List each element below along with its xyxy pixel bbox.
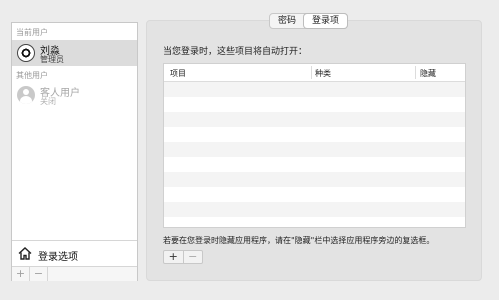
remove-login-item-button[interactable]: − [184, 251, 203, 263]
hide-hint-text: 若要在您登录时隐藏应用程序，请在"隐藏"栏中选择应用程序旁边的复选框。 [163, 236, 435, 245]
column-divider [415, 66, 416, 79]
table-body [164, 82, 465, 227]
table-row [164, 127, 465, 142]
current-user-header: 当前用户 [16, 28, 48, 37]
users-sidebar: 当前用户 刘淼 管理员 其他用户 客人用户 关闭 登录选项 + − [11, 22, 138, 281]
table-row [164, 202, 465, 217]
table-row [164, 82, 465, 97]
table-row [164, 172, 465, 187]
column-header-hide[interactable]: 隐藏 [420, 68, 436, 79]
login-items-table[interactable]: 项目 种类 隐藏 [163, 63, 466, 228]
soccer-ball-avatar-icon [17, 44, 35, 62]
tab-bar: 密码 登录项 [269, 13, 349, 29]
login-items-intro: 当您登录时，这些项目将自动打开： [163, 47, 308, 57]
user-role: 关闭 [40, 97, 56, 106]
add-user-button[interactable]: + [12, 267, 30, 281]
column-header-kind[interactable]: 种类 [315, 68, 331, 79]
home-icon [18, 247, 32, 260]
user-add-remove-bar: + − [12, 266, 137, 281]
guest-user-icon [17, 86, 35, 104]
table-row [164, 112, 465, 127]
table-row [164, 217, 465, 227]
table-header: 项目 种类 隐藏 [164, 64, 465, 82]
login-options-button[interactable]: 登录选项 [12, 240, 137, 266]
login-items-panel: 当您登录时，这些项目将自动打开： 项目 种类 隐藏 若要在您登录时隐藏应用程序，… [146, 20, 482, 281]
column-divider [311, 66, 312, 79]
user-role: 管理员 [40, 55, 64, 64]
column-header-item[interactable]: 项目 [170, 68, 186, 79]
login-options-label: 登录选项 [38, 252, 78, 263]
table-row [164, 187, 465, 202]
table-row [164, 97, 465, 112]
tab-login-items[interactable]: 登录项 [304, 14, 348, 28]
other-users-header: 其他用户 [16, 71, 48, 80]
user-row-guest[interactable]: 客人用户 关闭 [12, 82, 137, 108]
user-row-current[interactable]: 刘淼 管理员 [12, 40, 137, 66]
add-login-item-button[interactable]: + [164, 251, 184, 263]
login-items-add-remove: + − [163, 250, 203, 264]
table-row [164, 157, 465, 172]
tab-password[interactable]: 密码 [270, 14, 304, 28]
remove-user-button[interactable]: − [30, 267, 48, 281]
table-row [164, 142, 465, 157]
